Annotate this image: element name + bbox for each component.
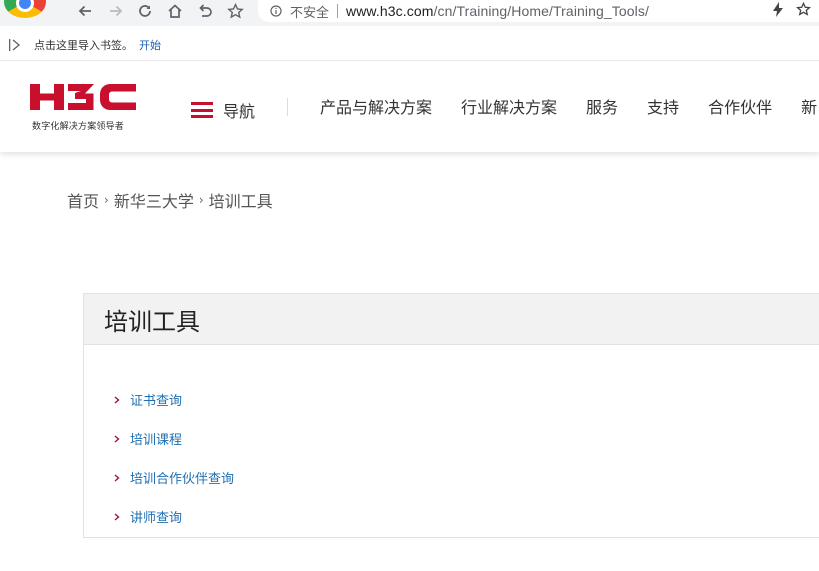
back-button[interactable] bbox=[74, 0, 96, 22]
instructor-query-link[interactable]: 讲师查询 bbox=[130, 507, 182, 526]
nav-divider bbox=[287, 98, 288, 116]
info-icon[interactable] bbox=[270, 5, 282, 17]
hamburger-menu-icon bbox=[191, 102, 213, 118]
breadcrumb-chevron-icon: › bbox=[198, 193, 204, 207]
nav-menu-button[interactable]: 导航 bbox=[191, 98, 255, 122]
training-courses-link[interactable]: 培训课程 bbox=[130, 429, 182, 448]
breadcrumb-chevron-icon: › bbox=[104, 193, 109, 207]
panel-title: 培训工具 bbox=[104, 307, 200, 336]
chevron-right-icon bbox=[114, 512, 120, 521]
nav-menu-label: 导航 bbox=[223, 102, 256, 121]
browser-toolbar: 不安全 www.h3c.com/cn/Training/Home/Trainin… bbox=[0, 0, 819, 26]
breadcrumb-h3c-university[interactable]: 新华三大学 bbox=[114, 188, 194, 212]
training-tools-panel: 培训工具 证书查询 培训课程 培训合作伙伴查询 讲师查询 bbox=[83, 293, 819, 538]
forward-button[interactable] bbox=[105, 0, 127, 22]
bookmarks-import-prompt: 点击这里导入书签。 bbox=[34, 39, 133, 52]
panel-header: 培训工具 bbox=[84, 294, 819, 345]
training-partner-query-link[interactable]: 培训合作伙伴查询 bbox=[130, 468, 234, 487]
url-host: www.h3c.com bbox=[346, 3, 434, 19]
breadcrumb-current: 培训工具 bbox=[208, 192, 273, 211]
omnibox-divider bbox=[337, 4, 339, 18]
list-item[interactable]: 培训课程 bbox=[114, 419, 234, 458]
home-button[interactable] bbox=[164, 0, 186, 22]
nav-item-services[interactable]: 服务 bbox=[586, 98, 618, 118]
lightning-icon[interactable] bbox=[772, 2, 784, 17]
bookmarks-bar: 点击这里导入书签。 开始 bbox=[0, 30, 819, 61]
url-text[interactable]: www.h3c.com/cn/Training/Home/Training_To… bbox=[346, 3, 649, 19]
nav-item-industry-solutions[interactable]: 行业解决方案 bbox=[461, 98, 557, 118]
list-item[interactable]: 培训合作伙伴查询 bbox=[114, 458, 234, 497]
nav-item-products-solutions[interactable]: 产品与解决方案 bbox=[320, 98, 432, 118]
chevron-right-icon bbox=[114, 434, 120, 443]
security-status: 不安全 bbox=[290, 5, 330, 21]
star-icon bbox=[226, 2, 244, 19]
apps-collapse-icon[interactable] bbox=[8, 38, 22, 52]
reload-icon bbox=[139, 5, 151, 17]
main-nav: 产品与解决方案 行业解决方案 服务 支持 合作伙伴 新 bbox=[320, 98, 819, 118]
breadcrumb: 首页 › 新华三大学 › 培训工具 bbox=[67, 188, 273, 212]
chrome-logo-icon bbox=[4, 0, 46, 18]
address-bar[interactable]: 不安全 www.h3c.com/cn/Training/Home/Trainin… bbox=[258, 0, 819, 22]
chevron-right-icon bbox=[114, 395, 120, 404]
nav-item-partners[interactable]: 合作伙伴 bbox=[708, 98, 772, 118]
brand-tagline: 数字化解决方案领导者 bbox=[32, 122, 125, 132]
reload-button[interactable] bbox=[134, 0, 156, 22]
nav-item-support[interactable]: 支持 bbox=[647, 98, 679, 118]
bookmarks-start-link[interactable]: 开始 bbox=[139, 37, 161, 53]
bookmark-page-star-icon[interactable] bbox=[796, 2, 811, 17]
list-item[interactable]: 讲师查询 bbox=[114, 497, 234, 536]
site-header: 数字化解决方案领导者 导航 产品与解决方案 行业解决方案 服务 支持 合作伙伴 … bbox=[0, 62, 819, 152]
bookmark-star-button[interactable] bbox=[224, 0, 246, 22]
breadcrumb-home[interactable]: 首页 bbox=[67, 188, 99, 212]
certificate-query-link[interactable]: 证书查询 bbox=[130, 390, 182, 409]
url-path: /cn/Training/Home/Training_Tools/ bbox=[433, 3, 649, 19]
h3c-logo[interactable]: 数字化解决方案领导者 bbox=[30, 82, 140, 132]
chevron-right-icon bbox=[114, 473, 120, 482]
list-item[interactable]: 证书查询 bbox=[114, 380, 234, 419]
undo-close-button[interactable] bbox=[194, 0, 216, 22]
h3c-logo-mark bbox=[30, 84, 136, 110]
nav-item-truncated[interactable]: 新 bbox=[801, 98, 817, 118]
tool-link-list: 证书查询 培训课程 培训合作伙伴查询 讲师查询 bbox=[114, 380, 234, 536]
forward-arrow-icon bbox=[110, 5, 123, 17]
home-icon bbox=[168, 4, 182, 18]
undo-icon bbox=[199, 4, 212, 17]
back-arrow-icon bbox=[78, 5, 91, 17]
